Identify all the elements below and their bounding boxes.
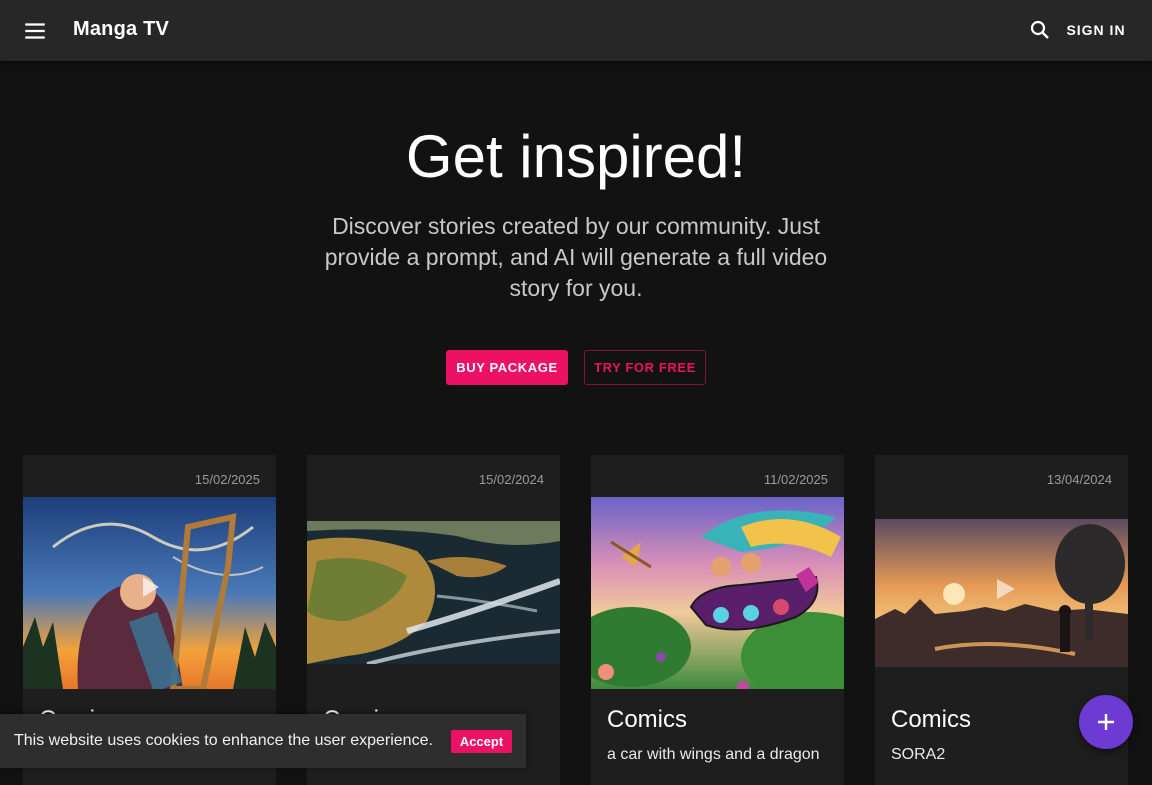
card-title: Comics [891, 706, 972, 733]
cookie-text: This website uses cookies to enhance the… [14, 732, 433, 749]
card-date: 15/02/2025 [194, 472, 260, 487]
card-thumbnail [23, 497, 276, 689]
app-title[interactable]: Manga TV [73, 18, 169, 41]
card-date: 15/02/2024 [478, 472, 544, 487]
card-date: 11/02/2025 [763, 472, 828, 487]
try-for-free-button[interactable]: TRY FOR FREE [584, 350, 706, 385]
search-icon[interactable] [1028, 18, 1052, 42]
app-bar: Manga TV SIGN IN [0, 0, 1152, 61]
menu-icon[interactable] [22, 18, 48, 44]
card-description: a car with wings and a dragon [607, 746, 820, 763]
hero-subtitle: Discover stories created by our communit… [324, 213, 828, 301]
card-thumbnail [875, 519, 1128, 667]
card-title: Comics [607, 706, 688, 733]
card-thumbnail [307, 521, 560, 664]
cookie-banner: This website uses cookies to enhance the… [0, 714, 526, 768]
card-description: SORA2 [891, 746, 946, 763]
buy-package-button[interactable]: BUY PACKAGE [446, 350, 568, 385]
card-thumbnail [591, 497, 844, 689]
add-button[interactable] [1079, 695, 1133, 749]
plus-icon [1098, 714, 1114, 730]
sign-in-button[interactable]: SIGN IN [1060, 22, 1132, 38]
accept-cookies-button[interactable]: Accept [451, 730, 512, 753]
story-card[interactable]: 11/02/2025 Comics a car with wings and a… [591, 455, 844, 785]
hero-title: Get inspired! [405, 123, 747, 190]
card-date: 13/04/2024 [1046, 472, 1112, 487]
